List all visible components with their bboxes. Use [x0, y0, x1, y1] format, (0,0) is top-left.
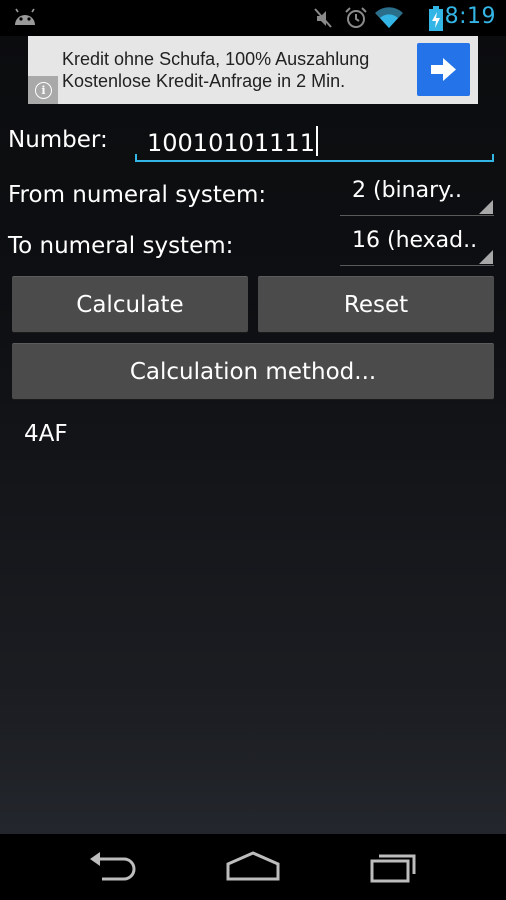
to-system-spinner[interactable]: 16 (hexad..: [340, 226, 494, 266]
spinner-corner-icon: [479, 250, 493, 264]
arrow-right-icon: [431, 58, 456, 81]
home-icon[interactable]: [224, 850, 282, 884]
recent-apps-icon[interactable]: [368, 850, 418, 884]
spinner-corner-icon: [479, 200, 493, 214]
from-system-spinner[interactable]: 2 (binary..: [340, 176, 494, 216]
status-bar: 8:19: [0, 0, 506, 36]
ad-headline: Kredit ohne Schufa, 100% Auszahlung: [62, 49, 370, 69]
calculate-button[interactable]: Calculate: [12, 276, 248, 332]
ad-info-button[interactable]: i: [28, 76, 58, 104]
input-underline: [135, 160, 494, 162]
reset-button[interactable]: Reset: [258, 276, 494, 332]
to-system-label: To numeral system:: [8, 233, 234, 259]
calculation-method-button-label: Calculation method...: [129, 359, 377, 385]
mute-icon: [314, 8, 332, 28]
text-cursor: [315, 126, 318, 156]
from-system-value: 2 (binary..: [352, 178, 462, 203]
navigation-bar: [0, 834, 506, 900]
number-input[interactable]: 10010101111: [135, 122, 494, 162]
back-icon[interactable]: [84, 850, 140, 884]
calculation-method-button[interactable]: Calculation method...: [12, 343, 494, 399]
number-label: Number:: [8, 127, 108, 153]
calculate-button-label: Calculate: [76, 292, 184, 318]
info-icon: i: [35, 82, 52, 99]
reset-button-label: Reset: [343, 292, 409, 318]
wifi-icon: [375, 7, 403, 29]
battery-icon: [429, 6, 443, 31]
android-icon: [15, 8, 35, 25]
ad-subline: Kostenlose Kredit-Anfrage in 2 Min.: [62, 71, 346, 91]
from-system-label: From numeral system:: [8, 182, 267, 208]
to-system-value: 16 (hexad..: [352, 228, 478, 253]
ad-cta-button[interactable]: [417, 43, 470, 96]
ad-banner[interactable]: Kredit ohne Schufa, 100% Auszahlung Kost…: [28, 36, 478, 104]
clock: 8:19: [444, 4, 496, 29]
number-input-value: 10010101111: [147, 129, 315, 157]
alarm-icon: [345, 7, 367, 28]
result-text: 4AF: [24, 421, 68, 447]
